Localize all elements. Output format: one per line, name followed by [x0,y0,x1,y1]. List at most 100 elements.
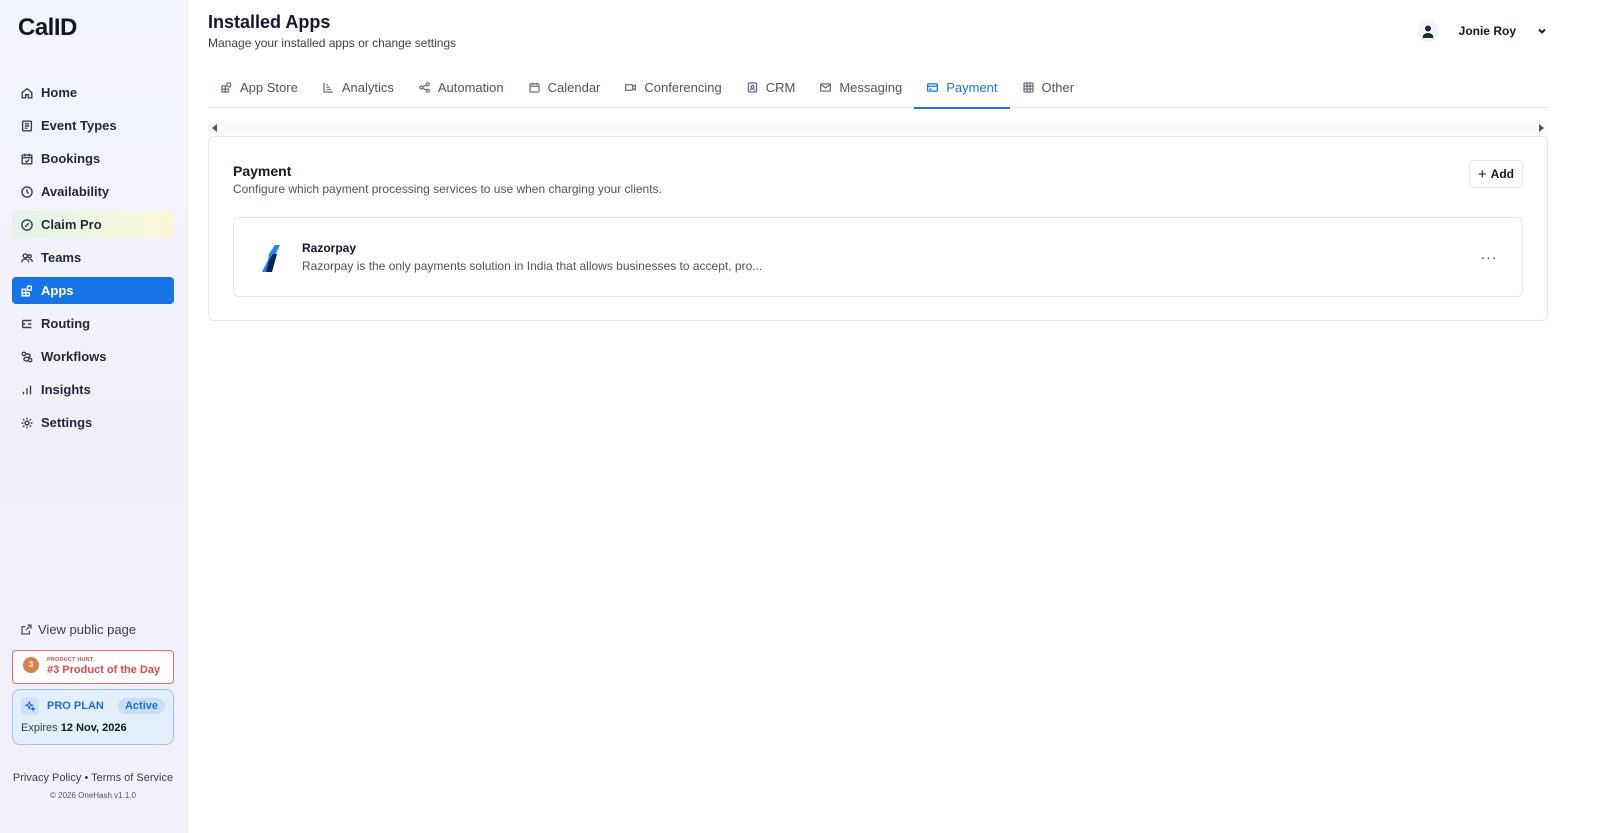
tab-messaging[interactable]: Messaging [807,66,914,108]
footer-separator: • [84,772,89,784]
user-icon [1422,25,1434,38]
main-content: Installed Apps Manage your installed app… [208,0,1548,833]
sidebar-item-label: Apps [41,283,74,298]
page-subtitle: Manage your installed apps or change set… [208,36,457,50]
horizontal-scrollbar[interactable] [208,122,1548,134]
external-link-icon [21,624,32,635]
sidebar-item-availability[interactable]: Availability [12,178,174,205]
list-item[interactable]: Razorpay Razorpay is the only payments s… [233,217,1523,297]
user-menu[interactable]: Jonie Roy [1416,20,1548,42]
sidebar-item-teams[interactable]: Teams [12,244,174,271]
scroll-right-icon[interactable] [1539,124,1544,132]
privacy-policy-link[interactable]: Privacy Policy [13,772,81,784]
event-types-icon [20,119,34,133]
video-icon [624,81,637,94]
contact-icon [746,81,759,94]
medal-icon: 3 [23,657,39,677]
tab-label: CRM [765,79,796,95]
app-name: Razorpay [302,241,357,255]
sidebar-item-home[interactable]: Home [12,79,174,106]
view-public-page-link[interactable]: View public page [20,622,136,637]
app-store-icon [220,81,233,94]
sidebar-item-claim-pro[interactable]: Claim Pro [12,211,174,238]
sparkles-icon [21,697,39,715]
add-button[interactable]: + Add [1468,160,1523,188]
tab-calendar[interactable]: Calendar [516,66,613,108]
sidebar-item-label: Availability [41,184,110,199]
avatar[interactable] [1416,20,1439,42]
footer-links: Privacy Policy • Terms of Service [12,772,174,784]
grid-icon [1022,81,1035,94]
sidebar-item-settings[interactable]: Settings [12,409,174,436]
more-options-icon[interactable]: ··· [1478,246,1500,268]
plus-icon: + [1477,165,1487,183]
page-title: Installed Apps [208,12,331,32]
clock-icon [20,185,34,199]
calendar-icon [528,81,541,94]
tab-analytics[interactable]: Analytics [310,66,406,108]
share-icon [418,81,431,94]
tab-label: Calendar [547,79,601,95]
sidebar-item-insights[interactable]: Insights [12,376,174,403]
copyright: © 2026 OneHash v1.1.0 [50,791,136,800]
sidebar-item-routing[interactable]: Routing [12,310,174,337]
sidebar-item-label: Insights [41,382,91,397]
pro-plan-label: PRO PLAN [47,700,104,712]
workflows-icon [20,350,34,364]
section-description: Configure which payment processing servi… [233,182,662,196]
sidebar-item-bookings[interactable]: Bookings [12,145,174,172]
sidebar-item-event-types[interactable]: Event Types [12,112,174,139]
tab-label: Payment [946,79,998,95]
routing-icon [20,317,34,331]
app-description: Razorpay is the only payments solution i… [302,259,763,273]
tab-label: Conferencing [644,79,722,95]
sidebar-item-label: Settings [41,415,93,430]
apps-icon [20,284,34,298]
sidebar: CalID Home Event Types Bookings Availabi… [0,0,188,833]
gear-icon [20,416,34,430]
product-hunt-title: #3 Product of the Day [47,664,161,676]
user-name: Jonie Roy [1458,24,1516,38]
tab-label: App Store [240,79,298,95]
tab-conferencing[interactable]: Conferencing [612,66,733,108]
tab-automation[interactable]: Automation [406,66,516,108]
tab-label: Other [1041,79,1075,95]
sidebar-nav: Home Event Types Bookings Availability C… [12,79,174,442]
tab-label: Messaging [839,79,903,95]
expires-date: 12 Nov, 2026 [60,722,127,734]
tab-crm[interactable]: CRM [734,66,808,108]
home-icon [20,86,34,100]
product-hunt-label: PRODUCT HUNT [47,657,94,663]
chevron-down-icon[interactable] [1536,25,1548,37]
sidebar-item-label: Home [41,85,78,100]
section-title: Payment [233,163,292,179]
pro-plan-card: PRO PLAN Active Expires 12 Nov, 2026 [12,689,174,745]
sidebar-item-workflows[interactable]: Workflows [12,343,174,370]
view-public-page-label: View public page [38,622,137,637]
tab-other[interactable]: Other [1010,66,1087,108]
bar-chart-icon [20,383,34,397]
sidebar-item-label: Routing [41,316,91,331]
analytics-icon [322,81,335,94]
payment-panel: Payment Configure which payment processi… [208,136,1548,321]
plan-expiry: Expires 12 Nov, 2026 [21,722,165,734]
product-hunt-badge[interactable]: 3 PRODUCT HUNT #3 Product of the Day [12,650,174,684]
sidebar-item-label: Claim Pro [41,217,102,232]
sidebar-item-label: Event Types [41,118,117,133]
medal-rank: 3 [23,657,39,673]
terms-of-service-link[interactable]: Terms of Service [91,772,173,784]
calendar-icon [20,152,34,166]
mail-icon [819,81,832,94]
users-icon [20,251,34,265]
sidebar-item-label: Bookings [41,151,101,166]
sidebar-item-apps[interactable]: Apps [12,277,174,304]
scroll-left-icon[interactable] [212,124,217,132]
category-tabs: App Store Analytics Automation Calendar … [208,66,1548,109]
status-badge: Active [117,698,165,714]
tab-app-store[interactable]: App Store [208,66,310,108]
tab-label: Automation [437,79,504,95]
credit-card-icon [926,81,939,94]
tab-payment[interactable]: Payment [914,66,1010,109]
app-logo[interactable]: CalID [18,14,77,42]
add-button-label: Add [1490,167,1514,181]
